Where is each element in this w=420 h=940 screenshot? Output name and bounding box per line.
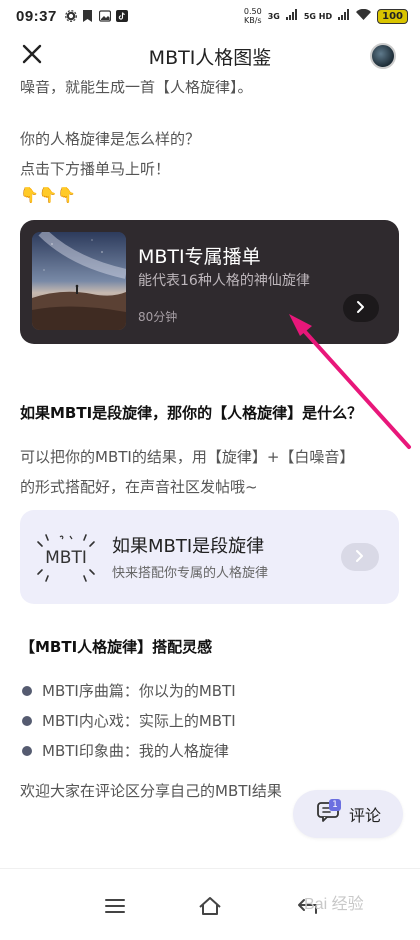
- close-button[interactable]: [18, 42, 46, 70]
- mbti-topic-card[interactable]: MBTI 如果MBTI是段旋律 快来搭配你专属的人格旋律: [20, 510, 399, 604]
- playlist-card[interactable]: MBTI专属播单 能代表16种人格的神仙旋律 80分钟: [20, 220, 399, 344]
- watermark: Bai 经验: [304, 896, 364, 913]
- menu-nav-button[interactable]: [100, 893, 130, 923]
- avatar[interactable]: [370, 43, 396, 69]
- signal-5g-label: 5G HD: [303, 11, 333, 21]
- article-paragraph-line-1: 可以把你的MBTI的结果，用【旋律】+【白噪音】: [20, 448, 355, 466]
- tiktok-icon: [115, 10, 128, 22]
- section-heading-inspiration: 【MBTI人格旋律】搭配灵感: [20, 638, 213, 656]
- mbti-logo: MBTI: [34, 528, 98, 586]
- mbti-card-title: 如果MBTI是段旋律: [112, 536, 265, 557]
- mbti-card-open-button[interactable]: [341, 543, 379, 571]
- status-bar: 09:37 0.50 KB/s 3G 5G HD 100: [0, 0, 420, 32]
- signal-bars-2-icon: [338, 9, 350, 23]
- bullet-dot: [22, 745, 32, 756]
- status-time: 09:37: [16, 7, 57, 25]
- image-icon: [98, 10, 111, 22]
- mbti-card-subtitle: 快来搭配你专属的人格旋律: [112, 566, 269, 581]
- app-header: MBTI人格图鉴: [0, 32, 420, 80]
- mbti-logo-text: MBTI: [45, 548, 87, 568]
- pointing-down-emoji: 👇👇👇: [20, 186, 77, 204]
- net-speed-unit: KB/s: [244, 16, 262, 25]
- gear-icon: [64, 10, 77, 22]
- comment-count-badge: 1: [329, 799, 341, 811]
- battery-indicator: 100: [377, 8, 408, 24]
- list-item-text: MBTI序曲篇：你以为的MBTI: [42, 682, 236, 700]
- article-question: 你的人格旋律是怎么样的？: [20, 130, 201, 148]
- page-title: MBTI人格图鉴: [148, 46, 272, 69]
- signal-bars-icon: [285, 9, 298, 23]
- bullet-dot: [22, 715, 32, 726]
- close-icon: [21, 43, 43, 69]
- menu-icon: [105, 898, 125, 918]
- section-heading-melody: 如果MBTI是段旋律，那你的【人格旋律】是什么？: [20, 404, 363, 422]
- playlist-subtitle: 能代表16种人格的神仙旋律: [138, 273, 310, 289]
- playlist-cover-image: [32, 232, 126, 330]
- wifi-icon: [356, 8, 372, 23]
- list-item-text: MBTI印象曲：我的人格旋律: [42, 742, 229, 760]
- list-item-text: MBTI内心戏：实际上的MBTI: [42, 712, 236, 730]
- article-paragraph-line-2: 的形式搭配好，在声音社区发帖哦~: [20, 478, 258, 496]
- playlist-duration: 80分钟: [138, 310, 178, 324]
- chevron-right-icon: [356, 299, 366, 318]
- playlist-open-button[interactable]: [343, 294, 379, 322]
- comment-button[interactable]: 1 评论: [293, 790, 403, 838]
- article-content[interactable]: 噪音，就能生成一首【人格旋律】。 你的人格旋律是怎么样的？ 点击下方播单马上听！…: [0, 70, 420, 870]
- list-item: MBTI内心戏：实际上的MBTI: [20, 710, 236, 731]
- chevron-right-icon: [355, 548, 365, 567]
- list-item: MBTI序曲篇：你以为的MBTI: [20, 680, 236, 701]
- home-nav-button[interactable]: [195, 893, 225, 923]
- playlist-title: MBTI专属播单: [138, 246, 261, 268]
- home-icon: [198, 896, 222, 920]
- bookmark-icon: [82, 10, 94, 22]
- net-speed-value: 0.50: [243, 7, 262, 16]
- article-cta: 点击下方播单马上听！: [20, 160, 171, 178]
- bullet-dot: [22, 685, 32, 696]
- article-closing: 欢迎大家在评论区分享自己的MBTI结果: [20, 782, 282, 800]
- signal-3g-label: 3G: [267, 11, 280, 21]
- list-item: MBTI印象曲：我的人格旋律: [20, 740, 229, 761]
- comment-label: 评论: [349, 806, 382, 825]
